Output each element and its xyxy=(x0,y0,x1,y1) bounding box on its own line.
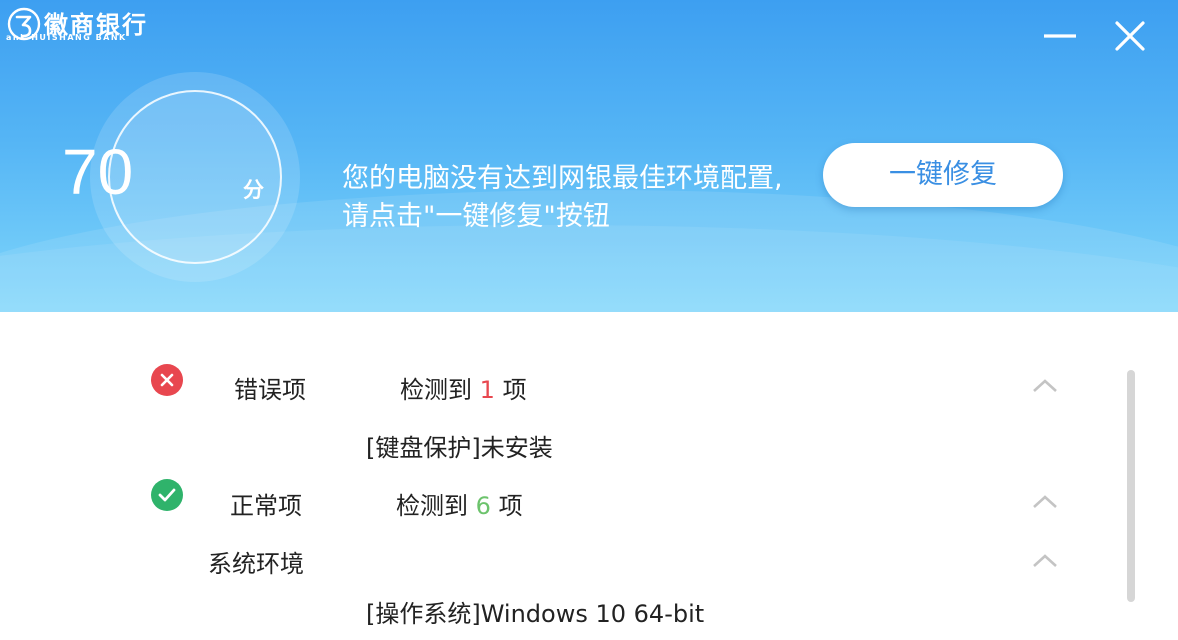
status-message-line1: 您的电脑没有达到网银最佳环境配置, xyxy=(342,163,783,194)
error-count: 1 xyxy=(479,376,495,404)
minimize-icon xyxy=(1044,34,1076,38)
normal-detect-suffix: 项 xyxy=(498,492,523,520)
error-icon xyxy=(151,364,183,396)
normal-category-label: 正常项 xyxy=(230,492,302,520)
error-detect-prefix: 检测到 xyxy=(400,376,472,404)
normal-detect-summary: 检测到 6 项 xyxy=(396,486,523,521)
results-scrollbar[interactable] xyxy=(1127,370,1135,602)
close-button[interactable] xyxy=(1108,14,1152,58)
system-env-group-label: 系统环境 xyxy=(208,550,304,578)
error-detect-summary: 检测到 1 项 xyxy=(400,370,527,405)
header-banner: 徽商银行 ank HUISHANG BANK 70 分 您的电脑没有达到网银最佳… xyxy=(0,0,1178,312)
one-click-fix-button[interactable]: 一键修复 xyxy=(823,143,1063,207)
status-message: 您的电脑没有达到网银最佳环境配置, 请点击"一键修复"按钮 xyxy=(342,160,783,236)
chevron-up-icon[interactable] xyxy=(1031,376,1059,394)
status-message-line2: 请点击"一键修复"按钮 xyxy=(342,201,610,232)
error-category-label: 错误项 xyxy=(234,376,306,404)
normal-item-os: [操作系统]Windows 10 64-bit xyxy=(366,600,705,628)
error-detect-suffix: 项 xyxy=(502,376,527,404)
chevron-up-icon[interactable] xyxy=(1031,492,1059,510)
score-value: 70 xyxy=(62,136,134,208)
security-check-window: 徽商银行 ank HUISHANG BANK 70 分 您的电脑没有达到网银最佳… xyxy=(0,0,1178,640)
minimize-button[interactable] xyxy=(1038,14,1082,58)
score-unit: 分 xyxy=(243,178,264,202)
check-icon xyxy=(151,479,183,511)
check-results: 错误项 检测到 1 项 [键盘保护]未安装 正常项 检测到 6 项 系统环境 [… xyxy=(0,312,1178,640)
close-icon xyxy=(1115,21,1145,51)
bank-logo: 徽商银行 ank HUISHANG BANK xyxy=(6,4,186,44)
bank-name-en: ank HUISHANG BANK xyxy=(6,33,127,42)
error-item-keyboard-protection: [键盘保护]未安装 xyxy=(366,434,553,462)
chevron-up-icon[interactable] xyxy=(1031,551,1059,569)
normal-detect-prefix: 检测到 xyxy=(396,492,468,520)
normal-count: 6 xyxy=(475,492,491,520)
